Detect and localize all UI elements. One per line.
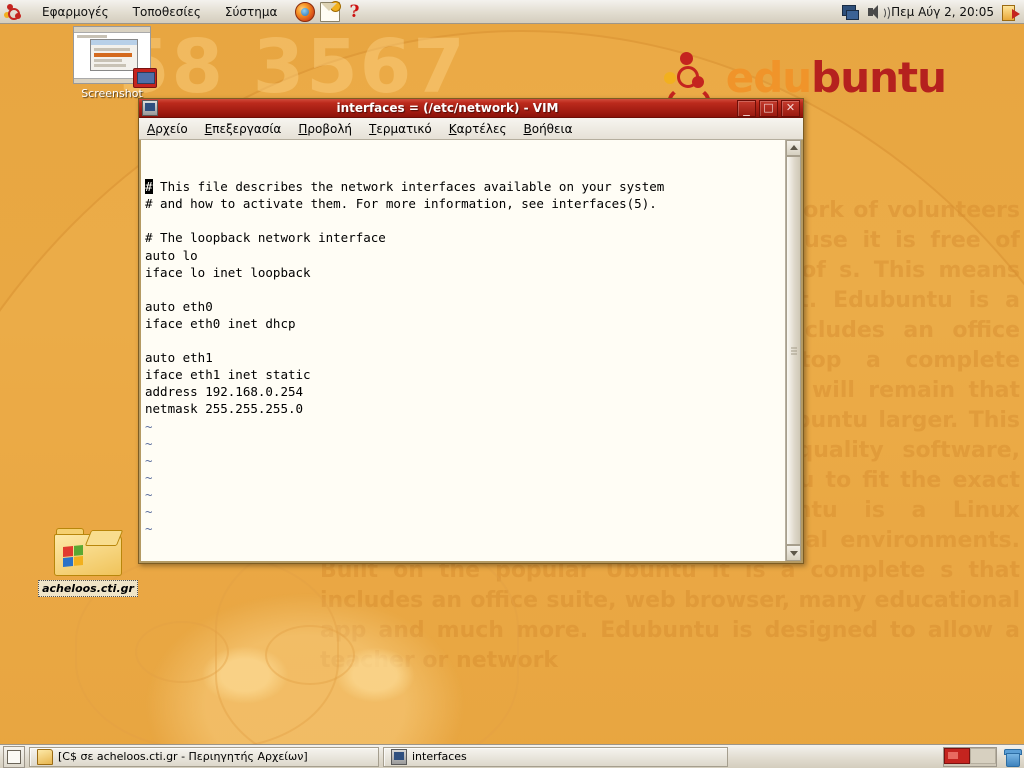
vim-buffer-line: auto lo bbox=[145, 247, 198, 263]
vim-buffer-line bbox=[145, 332, 785, 349]
maximize-button[interactable]: □ bbox=[759, 99, 778, 117]
vim-buffer-line: netmask 255.255.255.0 bbox=[145, 401, 304, 417]
logout-icon[interactable] bbox=[1001, 3, 1020, 21]
volume-icon[interactable] bbox=[866, 3, 891, 21]
close-button[interactable]: ✕ bbox=[781, 99, 800, 117]
folder-icon bbox=[37, 748, 53, 765]
taskbar-item-interfaces-label: interfaces bbox=[412, 750, 467, 763]
system-menu[interactable]: Σύστημα bbox=[221, 3, 282, 21]
desktop-icon-screenshot[interactable]: Screenshot bbox=[64, 26, 160, 101]
vim-titlebar[interactable]: interfaces = (/etc/network) - VIM _ □ ✕ bbox=[139, 99, 803, 118]
wallpaper-character-art bbox=[75, 535, 525, 768]
help-icon[interactable]: ? bbox=[345, 3, 363, 21]
vim-filler-line: ~ bbox=[145, 435, 153, 451]
vim-filler-line: ~ bbox=[145, 486, 153, 502]
places-menu[interactable]: Τοποθεσίες bbox=[129, 3, 205, 21]
vim-cursor: # bbox=[145, 179, 153, 195]
windows-logo-icon bbox=[63, 544, 83, 568]
trash-icon[interactable] bbox=[1003, 748, 1022, 767]
vim-buffer-line: auto eth0 bbox=[145, 298, 213, 314]
panel-tray: Πεμ Αύγ 2, 20:05 bbox=[841, 3, 1024, 21]
panel-launchers: ? bbox=[295, 0, 363, 22]
vim-buffer-line bbox=[145, 281, 785, 298]
edubuntu-logo: edubuntu bbox=[663, 52, 947, 114]
taskbar-item-filebrowser[interactable]: [C$ σε acheloos.cti.gr - Περιηγητής Αρχε… bbox=[29, 746, 379, 767]
vim-filler-line: ~ bbox=[145, 469, 153, 485]
scroll-up-icon[interactable] bbox=[786, 140, 801, 156]
vim-scrollbar[interactable] bbox=[785, 140, 801, 561]
workspace-1[interactable] bbox=[944, 747, 970, 764]
window-buttons: _ □ ✕ bbox=[737, 99, 800, 117]
terminal-icon bbox=[142, 100, 158, 116]
vim-filler-line: ~ bbox=[145, 521, 153, 537]
minimize-button[interactable]: _ bbox=[737, 99, 756, 117]
vim-buffer-line bbox=[145, 212, 785, 229]
mail-icon[interactable] bbox=[320, 0, 342, 22]
network-share-folder-icon bbox=[54, 522, 124, 578]
vim-menubar: Αρχείο Επεξεργασία Προβολή Τερματικό Καρ… bbox=[139, 118, 803, 140]
desktop-icon-screenshot-label: Screenshot bbox=[81, 87, 143, 100]
vim-filler-line: ~ bbox=[145, 503, 153, 519]
vim-window-title: interfaces = (/etc/network) - VIM bbox=[336, 101, 559, 115]
scroll-down-icon[interactable] bbox=[786, 545, 801, 561]
circle-of-friends-icon bbox=[663, 52, 716, 114]
edubuntu-edu-text: edu bbox=[725, 53, 812, 102]
vim-body: # This file describes the network interf… bbox=[139, 140, 803, 563]
vim-buffer-line: # and how to activate them. For more inf… bbox=[145, 196, 657, 212]
taskbar-right bbox=[943, 746, 1022, 767]
workspace-switcher[interactable] bbox=[943, 746, 997, 767]
firefox-icon[interactable] bbox=[295, 1, 316, 22]
clock[interactable]: Πεμ Αύγ 2, 20:05 bbox=[891, 5, 994, 19]
menu-terminal[interactable]: Τερματικό bbox=[369, 122, 432, 136]
ubuntu-logo-icon[interactable] bbox=[4, 3, 22, 21]
vim-window[interactable]: interfaces = (/etc/network) - VIM _ □ ✕ … bbox=[138, 98, 804, 564]
panel-menu-group: Εφαρμογές Τοποθεσίες Σύστημα bbox=[0, 3, 289, 21]
desktop-icon-acheloos[interactable]: acheloos.cti.gr bbox=[38, 522, 138, 597]
menu-edit[interactable]: Επεξεργασία bbox=[205, 122, 282, 136]
show-desktop-icon[interactable] bbox=[3, 745, 25, 768]
vim-text-area[interactable]: # This file describes the network interf… bbox=[141, 140, 785, 561]
screenshot-thumbnail-icon bbox=[73, 26, 157, 88]
minimize-icon: _ bbox=[743, 101, 750, 117]
vim-buffer-line: iface eth0 inet dhcp bbox=[145, 315, 296, 331]
vim-buffer-line: auto eth1 bbox=[145, 350, 213, 366]
workspace-2[interactable] bbox=[970, 747, 996, 764]
desktop-icon-acheloos-label: acheloos.cti.gr bbox=[38, 580, 138, 597]
scrollbar-thumb[interactable] bbox=[786, 156, 801, 545]
vim-status-line: "interfaces" [readonly] 14L, 314C 1,1 Al… bbox=[141, 542, 785, 561]
menu-file[interactable]: Αρχείο bbox=[147, 122, 188, 136]
close-icon: ✕ bbox=[785, 100, 796, 114]
top-panel: Εφαρμογές Τοποθεσίες Σύστημα ? Πεμ Αύγ 2… bbox=[0, 0, 1024, 24]
terminal-icon bbox=[391, 748, 407, 765]
edubuntu-wordmark: edubuntu bbox=[726, 57, 947, 99]
vim-buffer-line: address 192.168.0.254 bbox=[145, 384, 304, 400]
vim-buffer-line: # The loopback network interface bbox=[145, 230, 386, 246]
network-monitor-icon[interactable] bbox=[841, 3, 860, 21]
vim-buffer: # This file describes the network interf… bbox=[145, 178, 785, 561]
vim-filler-line: ~ bbox=[145, 452, 153, 468]
menu-help[interactable]: Βοήθεια bbox=[524, 122, 573, 136]
maximize-icon: □ bbox=[763, 100, 774, 114]
applications-menu[interactable]: Εφαρμογές bbox=[38, 3, 113, 21]
vim-buffer-line: # This file describes the network interf… bbox=[145, 179, 665, 195]
taskbar: [C$ σε acheloos.cti.gr - Περιηγητής Αρχε… bbox=[0, 744, 1024, 768]
scrollbar-track[interactable] bbox=[786, 156, 801, 545]
taskbar-item-interfaces[interactable]: interfaces bbox=[383, 746, 728, 767]
edubuntu-buntu-text: buntu bbox=[811, 53, 947, 102]
vim-buffer-line: iface lo inet loopback bbox=[145, 264, 311, 280]
vim-buffer-line: iface eth1 inet static bbox=[145, 367, 311, 383]
menu-tabs[interactable]: Καρτέλες bbox=[449, 122, 507, 136]
taskbar-item-filebrowser-label: [C$ σε acheloos.cti.gr - Περιηγητής Αρχε… bbox=[58, 750, 308, 763]
menu-view[interactable]: Προβολή bbox=[298, 122, 352, 136]
vim-filler-line: ~ bbox=[145, 418, 153, 434]
